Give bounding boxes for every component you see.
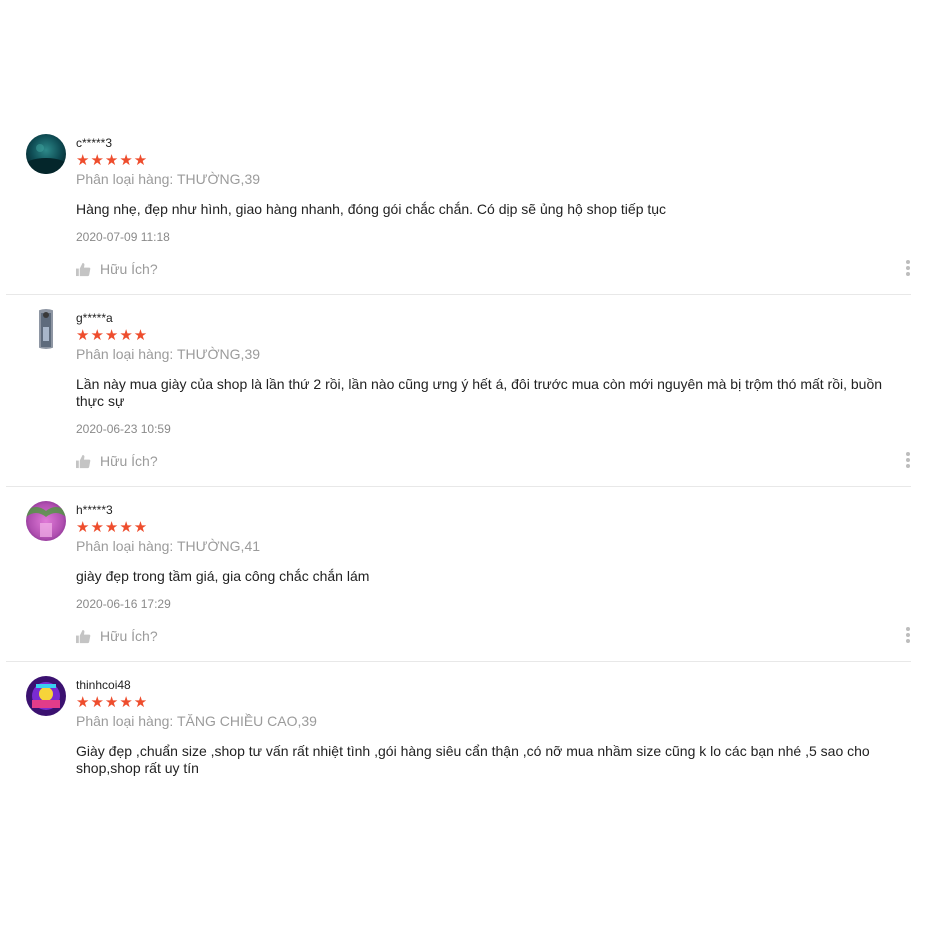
review-item: thinhcoi48 ★★★★★ Phân loại hàng: TĂNG CH… [6, 662, 911, 777]
helpful-button[interactable]: Hữu Ích? [76, 628, 158, 644]
variation-label: Phân loại hàng: THƯỜNG,41 [76, 538, 261, 554]
review-time: 2020-06-16 17:29 [76, 597, 171, 611]
helpful-label: Hữu Ích? [100, 453, 158, 469]
review-time: 2020-07-09 11:18 [76, 230, 170, 244]
username: h*****3 [76, 503, 113, 517]
thumbs-up-icon [76, 262, 91, 276]
variation-label: Phân loại hàng: THƯỜNG,39 [76, 346, 261, 362]
review-comment: Hàng nhẹ, đẹp như hình, giao hàng nhanh,… [76, 201, 667, 217]
review-actions: Hữu Ích? [76, 436, 910, 486]
review-actions: Hữu Ích? [76, 244, 910, 294]
username: thinhcoi48 [76, 678, 131, 692]
username: c*****3 [76, 136, 113, 150]
thumbs-up-icon [76, 629, 91, 643]
star-rating: ★★★★★ [76, 152, 149, 169]
star-rating: ★★★★★ [76, 519, 149, 536]
star-rating: ★★★★★ [76, 327, 149, 344]
more-vertical-icon [906, 260, 910, 264]
variation-label: Phân loại hàng: THƯỜNG,39 [76, 171, 261, 187]
helpful-button[interactable]: Hữu Ích? [76, 453, 158, 469]
thumbs-up-icon [76, 454, 91, 468]
review-item: c*****3 ★★★★★ Phân loại hàng: THƯỜNG,39 … [6, 120, 911, 295]
review-comment: giày đẹp trong tầm giá, gia công chắc ch… [76, 568, 370, 584]
variation-label: Phân loại hàng: TĂNG CHIỀU CAO,39 [76, 713, 317, 729]
review-actions: Hữu Ích? [76, 611, 910, 661]
helpful-label: Hữu Ích? [100, 261, 158, 277]
avatar[interactable] [26, 676, 66, 716]
review-time: 2020-06-23 10:59 [76, 422, 171, 436]
avatar[interactable] [26, 501, 66, 541]
username: g*****a [76, 311, 113, 325]
star-rating: ★★★★★ [76, 694, 149, 711]
more-options-button[interactable] [905, 452, 911, 470]
review-comment: Lần này mua giày của shop là lần thứ 2 r… [76, 376, 883, 409]
review-list: c*****3 ★★★★★ Phân loại hàng: THƯỜNG,39 … [0, 120, 933, 817]
review-item: g*****a ★★★★★ Phân loại hàng: THƯỜNG,39 … [6, 295, 911, 487]
review-comment: Giày đẹp ,chuẩn size ,shop tư vấn rất nh… [76, 743, 870, 776]
avatar[interactable] [26, 309, 66, 349]
more-vertical-icon [906, 627, 910, 631]
helpful-button[interactable]: Hữu Ích? [76, 261, 158, 277]
helpful-label: Hữu Ích? [100, 628, 158, 644]
more-options-button[interactable] [905, 260, 911, 278]
review-item: h*****3 ★★★★★ Phân loại hàng: THƯỜNG,41 … [6, 487, 911, 662]
more-options-button[interactable] [905, 627, 911, 645]
more-vertical-icon [906, 452, 910, 456]
avatar[interactable] [26, 134, 66, 174]
